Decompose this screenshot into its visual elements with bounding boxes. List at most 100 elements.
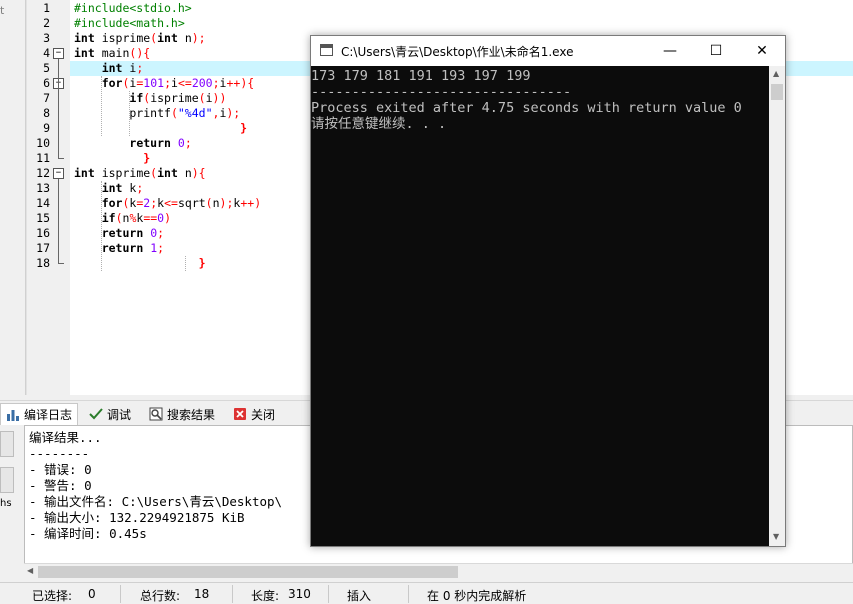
- code-line[interactable]: int k;: [74, 181, 144, 196]
- indent-guide: [185, 256, 186, 271]
- code-line[interactable]: return 0;: [74, 136, 191, 151]
- code-line[interactable]: }: [74, 151, 150, 166]
- log-side-button[interactable]: [0, 467, 14, 493]
- code-line[interactable]: if(isprime(i)): [74, 91, 226, 106]
- code-line[interactable]: }: [74, 121, 247, 136]
- code-token: sqrt: [177, 196, 206, 210]
- log-side-fragment: hs: [0, 498, 12, 509]
- status-divider: [408, 585, 409, 603]
- scrollbar-thumb[interactable]: [771, 84, 783, 100]
- tab-compile-log-label: 编译日志: [24, 408, 73, 422]
- line-number: 12: [36, 166, 50, 180]
- length-label: 长度:: [251, 589, 280, 603]
- line-number: 9: [43, 121, 50, 135]
- line-number: 4: [43, 46, 50, 60]
- console-app-icon: [320, 44, 333, 56]
- log-line: - 输出文件名: C:\Users\青云\Desktop\: [29, 494, 283, 509]
- code-token: int: [101, 181, 123, 195]
- scroll-down-icon[interactable]: ▼: [773, 532, 779, 541]
- check-icon: [89, 407, 103, 421]
- code-token: ;: [157, 226, 165, 240]
- code-token: <=: [164, 196, 178, 210]
- tab-close[interactable]: 关闭: [228, 403, 280, 425]
- code-token: ++){: [226, 76, 255, 90]
- line-number: 1: [43, 1, 50, 15]
- code-line[interactable]: if(n%k==0): [74, 211, 171, 226]
- code-line[interactable]: int isprime(int n);: [74, 31, 206, 46]
- minimize-button[interactable]: —: [647, 36, 693, 66]
- tab-debug[interactable]: 调试: [84, 403, 136, 425]
- scroll-left-icon[interactable]: ◀: [27, 566, 33, 575]
- parse-status: 在 0 秒内完成解析: [427, 589, 527, 603]
- code-token: main: [94, 46, 130, 60]
- tab-search-results[interactable]: 搜索结果: [144, 403, 220, 425]
- scrollbar-thumb[interactable]: [38, 566, 458, 578]
- fold-toggle-icon[interactable]: −: [53, 168, 64, 179]
- left-panel-strip: t: [0, 0, 26, 395]
- line-number: 6: [43, 76, 50, 90]
- code-token: for: [101, 76, 123, 90]
- selected-label: 已选择:: [32, 589, 73, 603]
- console-vertical-scrollbar[interactable]: ▲ ▼: [769, 66, 785, 546]
- log-horizontal-scrollbar[interactable]: ◀: [24, 563, 853, 579]
- code-token: "%4d": [177, 106, 213, 120]
- console-titlebar[interactable]: C:\Users\青云\Desktop\作业\未命名1.exe — ☐ ✕: [311, 36, 785, 66]
- console-output[interactable]: 173 179 181 191 193 197 199 ------------…: [311, 66, 769, 546]
- code-token: ++): [240, 196, 262, 210]
- code-token: #include<stdio.h>: [74, 1, 192, 15]
- code-token: }: [240, 121, 248, 135]
- code-line[interactable]: printf("%4d",i);: [74, 106, 240, 121]
- code-token: (: [205, 196, 213, 210]
- status-bar: 已选择: 0 总行数: 18 长度: 310 插入 在 0 秒内完成解析: [0, 582, 853, 604]
- code-line[interactable]: int main(){: [74, 46, 150, 61]
- selected-value: 0: [88, 587, 96, 601]
- code-token: ;: [136, 61, 144, 75]
- log-line: - 编译时间: 0.45s: [29, 526, 147, 541]
- code-token: i: [122, 61, 137, 75]
- code-line[interactable]: int i;: [74, 61, 144, 76]
- code-token: #include<math.h>: [74, 16, 185, 30]
- console-window[interactable]: C:\Users\青云\Desktop\作业\未命名1.exe — ☐ ✕ 17…: [310, 35, 786, 547]
- fold-toggle-icon[interactable]: −: [53, 48, 64, 59]
- code-token: return: [129, 136, 171, 150]
- code-line[interactable]: for(k=2;k<=sqrt(n);k++): [74, 196, 261, 211]
- code-token: int: [74, 166, 95, 180]
- log-side-button[interactable]: [0, 431, 14, 457]
- indent-guide: [101, 76, 102, 136]
- code-token: if: [101, 211, 116, 225]
- code-token: (: [198, 91, 206, 105]
- status-divider: [328, 585, 329, 603]
- console-line: Process exited after 4.75 seconds with r…: [311, 100, 742, 116]
- code-line[interactable]: #include<math.h>: [74, 16, 185, 31]
- code-token: for: [101, 196, 123, 210]
- scroll-up-icon[interactable]: ▲: [773, 69, 779, 78]
- console-title: C:\Users\青云\Desktop\作业\未命名1.exe: [341, 45, 574, 59]
- log-line: - 输出大小: 132.2294921875 KiB: [29, 510, 245, 525]
- code-token: }: [143, 151, 151, 165]
- code-line[interactable]: return 1;: [74, 241, 164, 256]
- code-token: ==: [143, 211, 158, 225]
- code-token: (: [170, 106, 178, 120]
- code-token: (: [115, 211, 123, 225]
- total-lines-value: 18: [194, 587, 210, 601]
- code-line[interactable]: int isprime(int n){: [74, 166, 206, 181]
- close-button[interactable]: ✕: [739, 36, 785, 66]
- code-token: ;: [212, 76, 220, 90]
- code-token: 200: [191, 76, 213, 90]
- code-line[interactable]: #include<stdio.h>: [74, 1, 192, 16]
- line-number: 18: [36, 256, 50, 270]
- minimize-icon: —: [663, 43, 677, 59]
- code-token: return: [101, 241, 144, 255]
- code-token: )): [212, 91, 227, 105]
- maximize-button[interactable]: ☐: [693, 36, 739, 66]
- code-line[interactable]: return 0;: [74, 226, 164, 241]
- line-number: 13: [36, 181, 50, 195]
- tab-compile-log[interactable]: 编译日志: [0, 403, 79, 425]
